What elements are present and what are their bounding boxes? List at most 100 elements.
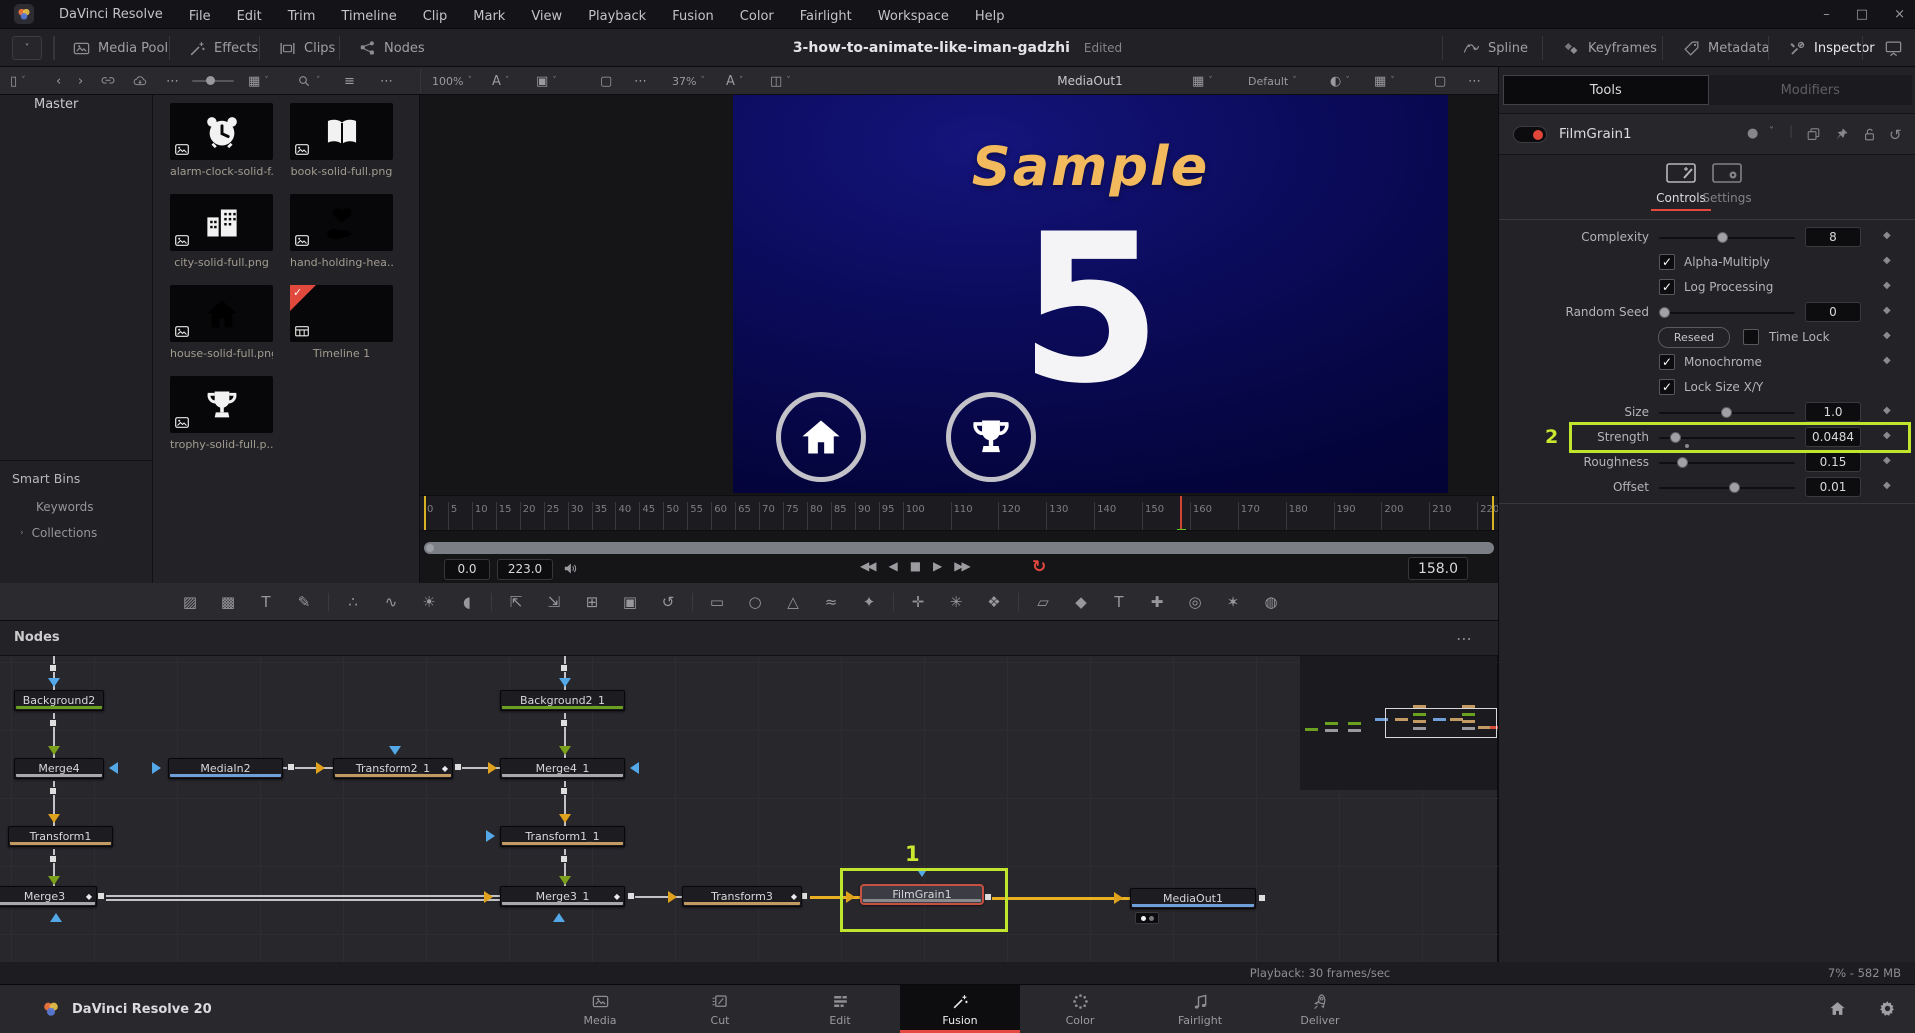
particle-emitter-icon[interactable]: ✳ bbox=[946, 593, 966, 611]
keyframe-diamond-icon[interactable]: ◆ bbox=[1883, 330, 1891, 341]
bspline-mask-icon[interactable]: ≈ bbox=[821, 593, 841, 611]
more-icon[interactable]: ⋯ bbox=[634, 67, 647, 95]
complexity-value-field[interactable]: 8 bbox=[1805, 227, 1861, 247]
page-deliver[interactable]: Deliver bbox=[1260, 985, 1380, 1033]
node-background2_1[interactable]: Background2_1 bbox=[500, 690, 625, 711]
copy-settings-icon[interactable] bbox=[1805, 126, 1822, 143]
viewer-zoom[interactable]: 37% ˅ bbox=[672, 67, 705, 95]
more-icon[interactable]: ⋯ bbox=[166, 67, 179, 95]
connection-pin[interactable] bbox=[560, 664, 568, 672]
random seed-slider[interactable] bbox=[1659, 312, 1795, 314]
shape3d-icon[interactable]: ◆ bbox=[1071, 593, 1091, 611]
menu-app[interactable]: DaVinci Resolve bbox=[59, 7, 163, 22]
menu-view[interactable]: View bbox=[531, 9, 562, 24]
tab-spline[interactable]: Spline bbox=[1452, 29, 1538, 67]
log-processing-checkbox[interactable]: ✓ bbox=[1659, 279, 1675, 295]
imageplane3d-icon[interactable]: ▱ bbox=[1033, 593, 1053, 611]
reseed-button[interactable]: Reseed bbox=[1658, 327, 1730, 348]
colorcurves-tool-icon[interactable]: ∿ bbox=[381, 593, 401, 611]
background-tool-icon[interactable]: ▨ bbox=[180, 593, 200, 611]
smart-bin-keywords[interactable]: Keywords bbox=[36, 500, 153, 514]
maximize-button[interactable]: □ bbox=[1856, 7, 1868, 22]
node-transform2_1[interactable]: Transform2_1 ◆ bbox=[333, 758, 453, 779]
camera3d-icon[interactable]: ◎ bbox=[1185, 593, 1205, 611]
grid-icon[interactable]: ▦ ˅ bbox=[1374, 67, 1395, 95]
node-merge3_1[interactable]: Merge3_1 ◆ bbox=[500, 886, 625, 907]
connection-pin[interactable] bbox=[627, 892, 635, 900]
version-color-icon[interactable]: ● bbox=[1747, 126, 1758, 141]
mask-icon[interactable]: ◐ ˅ bbox=[1330, 67, 1350, 95]
fastnoise-tool-icon[interactable]: ▩ bbox=[218, 593, 238, 611]
connection-pin[interactable] bbox=[1258, 894, 1266, 902]
split-view-icon[interactable]: ◫ ˅ bbox=[770, 67, 791, 95]
page-edit[interactable]: Edit bbox=[780, 985, 900, 1033]
media-clip-trophy[interactable]: trophy-solid-full.p... bbox=[170, 376, 273, 451]
zoom-level[interactable]: 100% ˅ bbox=[432, 67, 472, 95]
keyframe-diamond-icon[interactable]: ◆ bbox=[1883, 405, 1891, 416]
menu-timeline[interactable]: Timeline bbox=[341, 9, 396, 24]
keyframe-diamond-icon[interactable]: ◆ bbox=[1883, 280, 1891, 291]
reset-icon[interactable]: ↺ bbox=[1889, 126, 1902, 144]
tab-settings[interactable]: Settings bbox=[1695, 163, 1759, 205]
menu-clip[interactable]: Clip bbox=[423, 9, 448, 24]
channel-booleans-icon[interactable]: ▣ bbox=[620, 593, 640, 611]
keyframe-diamond-icon[interactable]: ◆ bbox=[1883, 255, 1891, 266]
connection-pin[interactable] bbox=[560, 855, 568, 863]
roughness-slider-handle[interactable] bbox=[1677, 457, 1689, 468]
tracker-tool-icon[interactable]: ✛ bbox=[908, 593, 928, 611]
connection-pin[interactable] bbox=[560, 719, 568, 727]
display-icon[interactable]: ▦ ˅ bbox=[1192, 67, 1213, 95]
size-slider-handle[interactable] bbox=[1720, 407, 1732, 418]
lock-size-x-y-checkbox[interactable]: ✓ bbox=[1659, 379, 1675, 395]
particles-tool-icon[interactable]: ∴ bbox=[343, 593, 363, 611]
cloud-icon[interactable] bbox=[132, 67, 148, 95]
menu-file[interactable]: File bbox=[189, 9, 211, 24]
connection-pin[interactable] bbox=[560, 787, 568, 795]
paint-tool-icon[interactable]: ✎ bbox=[294, 593, 314, 611]
smart-bin-collections[interactable]: › Collections bbox=[20, 526, 153, 540]
offset-value-field[interactable]: 0.01 bbox=[1805, 477, 1861, 497]
home-icon[interactable] bbox=[1828, 999, 1847, 1018]
offset-slider-handle[interactable] bbox=[1728, 482, 1740, 493]
keyframe-diamond-icon[interactable]: ◆ bbox=[1883, 480, 1891, 491]
page-cut[interactable]: Cut bbox=[660, 985, 780, 1033]
random seed-value-field[interactable]: 0 bbox=[1805, 302, 1861, 322]
saver-tool-icon[interactable]: ⇲ bbox=[544, 593, 564, 611]
tab-effects[interactable]: Effects bbox=[178, 29, 268, 67]
page-fusion[interactable]: Fusion bbox=[900, 985, 1020, 1033]
thumb-size-slider[interactable] bbox=[192, 67, 234, 95]
menu-help[interactable]: Help bbox=[975, 9, 1005, 24]
view-mode-icon[interactable]: ▣ ˅ bbox=[536, 67, 557, 95]
menu-color[interactable]: Color bbox=[740, 9, 774, 24]
alpha-multiply-checkbox[interactable]: ✓ bbox=[1659, 254, 1675, 270]
viewer-assign-badge[interactable] bbox=[1135, 912, 1159, 924]
node-background2[interactable]: Background2 bbox=[14, 690, 104, 711]
goto-start-button[interactable]: ◀◀ bbox=[860, 559, 877, 573]
timeline-ruler[interactable]: 0 5 10 15 20 25 30 35 40 45 50 55 60 65 70 75 80 85 90 95 10… bbox=[420, 495, 1498, 531]
time-lock-checkbox[interactable] bbox=[1743, 329, 1759, 345]
random seed-slider-handle[interactable] bbox=[1659, 307, 1671, 318]
loader-tool-icon[interactable]: ⇱ bbox=[506, 593, 526, 611]
pin-icon[interactable] bbox=[1833, 126, 1850, 143]
node-graph[interactable]: Background2 Background2_1 Merge4 MediaIn2 Tr… bbox=[0, 656, 1498, 962]
close-button[interactable]: × bbox=[1894, 7, 1905, 22]
size-value-field[interactable]: 1.0 bbox=[1805, 402, 1861, 422]
menu-mark[interactable]: Mark bbox=[473, 9, 505, 24]
tab-media-pool[interactable]: Media Pool bbox=[62, 29, 178, 67]
tab-clips[interactable]: Clips bbox=[268, 29, 345, 67]
lock-icon[interactable] bbox=[1861, 126, 1878, 143]
connection-pin[interactable] bbox=[49, 787, 57, 795]
node-merge4[interactable]: Merge4 bbox=[14, 758, 104, 779]
page-color[interactable]: Color bbox=[1020, 985, 1140, 1033]
keyframe-diamond-icon[interactable]: ◆ bbox=[1883, 455, 1891, 466]
connection-pin[interactable] bbox=[287, 763, 295, 771]
tab-inspector[interactable]: Inspector bbox=[1778, 29, 1885, 67]
sort-icon[interactable]: ≡ bbox=[344, 67, 355, 95]
viewer-canvas[interactable]: Sample 5 bbox=[733, 95, 1448, 493]
connection-pin[interactable] bbox=[97, 892, 105, 900]
node-mediaout1[interactable]: MediaOut1 bbox=[1130, 888, 1256, 909]
channel-icon[interactable]: A ˅ bbox=[726, 67, 743, 95]
merge3d-icon[interactable]: ✚ bbox=[1147, 593, 1167, 611]
rectangle-mask-icon[interactable]: ▭ bbox=[707, 593, 727, 611]
frame-icon[interactable]: ▢ bbox=[600, 67, 612, 95]
